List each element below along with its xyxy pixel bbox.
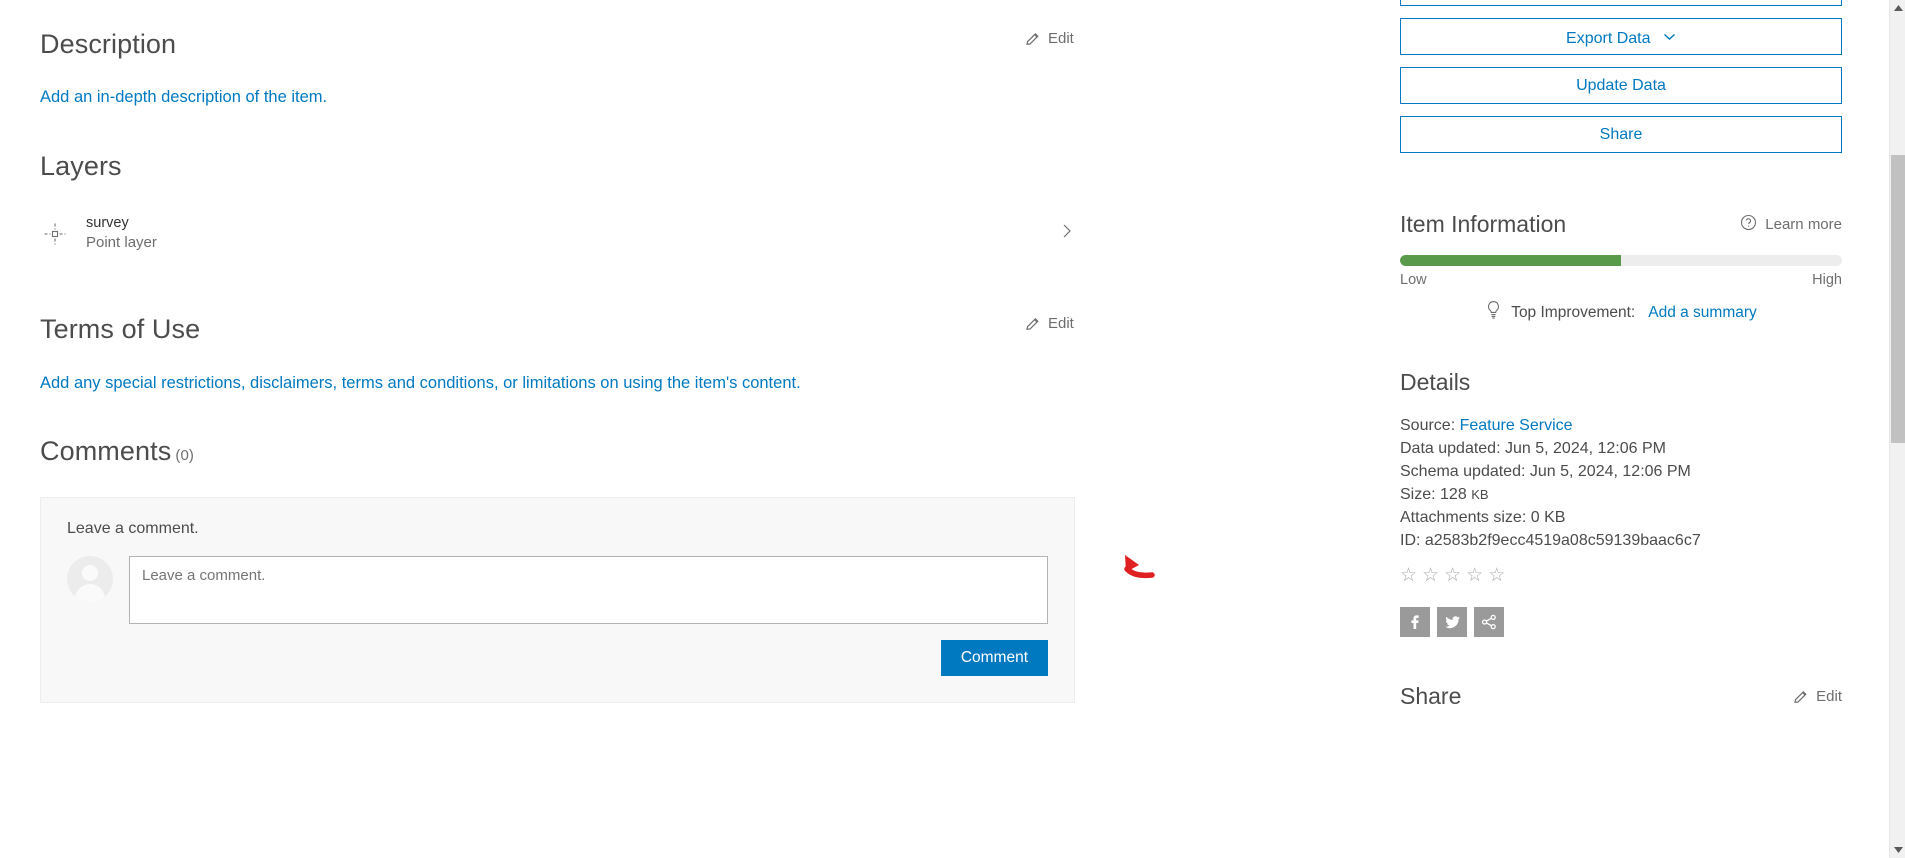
share-section-title: Share — [1400, 683, 1462, 709]
detail-source-value[interactable]: Feature Service — [1460, 417, 1573, 434]
comments-title-text: Comments — [40, 436, 172, 466]
meter-track — [1400, 255, 1842, 266]
detail-schema-updated-label: Schema updated: — [1400, 463, 1526, 480]
detail-schema-updated: Schema updated: Jun 5, 2024, 12:06 PM — [1400, 460, 1842, 483]
export-data-button[interactable]: Export Data — [1400, 18, 1842, 55]
description-section: Description Add an in-depth description … — [40, 29, 327, 110]
rating-star[interactable]: ☆ — [1466, 566, 1483, 585]
layer-text-group: survey Point layer — [86, 214, 1059, 254]
details-section: Details Source: Feature Service Data upd… — [1400, 369, 1842, 637]
scrollbar-thumb[interactable] — [1891, 155, 1905, 443]
export-data-label: Export Data — [1566, 30, 1651, 47]
description-edit-label: Edit — [1048, 30, 1074, 47]
update-data-button[interactable]: Update Data — [1400, 67, 1842, 104]
terms-title: Terms of Use — [40, 314, 201, 344]
share-edit-label: Edit — [1816, 688, 1842, 705]
pencil-icon — [1025, 31, 1041, 47]
detail-data-updated-value: Jun 5, 2024, 12:06 PM — [1504, 440, 1666, 457]
detail-id: ID: a2583b2f9ecc4519a08c59139baac6c7 — [1400, 529, 1842, 552]
terms-placeholder-link[interactable]: Add any special restrictions, disclaimer… — [40, 372, 801, 396]
terms-edit-label: Edit — [1048, 315, 1074, 332]
learn-more-link[interactable]: Learn more — [1740, 214, 1842, 235]
item-information-header: Item Information Learn more — [1400, 211, 1842, 238]
avatar — [67, 555, 113, 602]
detail-size-label: Size: — [1400, 486, 1436, 503]
detail-id-value: a2583b2f9ecc4519a08c59139baac6c7 — [1424, 532, 1701, 549]
detail-source: Source: Feature Service — [1400, 414, 1842, 437]
detail-attachments-value: 0 KB — [1530, 509, 1566, 526]
comment-input-row — [67, 555, 1048, 624]
help-circle-icon — [1740, 214, 1757, 235]
meter-labels: Low High — [1400, 272, 1842, 288]
scroll-up-arrow-icon[interactable] — [1890, 0, 1905, 16]
terms-edit-button[interactable]: Edit — [1025, 315, 1074, 332]
rating-star[interactable]: ☆ — [1400, 566, 1417, 585]
detail-size-value: 128 — [1440, 486, 1467, 503]
layer-name: survey — [86, 214, 129, 231]
detail-id-label: ID: — [1400, 532, 1421, 549]
rating-star[interactable]: ☆ — [1422, 566, 1439, 585]
detail-data-updated: Data updated: Jun 5, 2024, 12:06 PM — [1400, 437, 1842, 460]
facebook-icon[interactable] — [1400, 607, 1430, 637]
comment-input[interactable] — [129, 555, 1048, 624]
rating-star[interactable]: ☆ — [1488, 566, 1505, 585]
layer-type: Point layer — [86, 234, 157, 252]
chevron-down-icon — [1663, 19, 1676, 54]
description-edit-button[interactable]: Edit — [1025, 30, 1074, 47]
point-layer-icon — [40, 219, 70, 249]
details-title: Details — [1400, 369, 1471, 395]
chevron-right-icon[interactable] — [1059, 221, 1075, 246]
meter-low-label: Low — [1400, 272, 1427, 288]
description-title: Description — [40, 29, 177, 59]
sidebar-button-partial-top[interactable] — [1400, 0, 1842, 6]
main-content-column: Description Add an in-depth description … — [0, 0, 1360, 858]
page-scrollbar[interactable] — [1889, 0, 1905, 858]
rating-star[interactable]: ☆ — [1444, 566, 1461, 585]
learn-more-label: Learn more — [1765, 216, 1842, 233]
layers-section: Layers survey Point layer — [40, 151, 1075, 254]
share-button[interactable]: Share — [1400, 116, 1842, 153]
description-placeholder-link[interactable]: Add an in-depth description of the item. — [40, 86, 327, 110]
comments-section: Comments(0) Leave a comment. Comment — [40, 436, 1075, 703]
pencil-icon — [1025, 316, 1041, 332]
terms-of-use-section: Terms of Use Add any special restriction… — [40, 314, 801, 396]
meter-high-label: High — [1812, 272, 1842, 288]
detail-attachments-label: Attachments size: — [1400, 509, 1527, 526]
share-section-header: Share Edit — [1400, 683, 1842, 710]
meter-fill — [1400, 255, 1621, 266]
add-summary-link[interactable]: Add a summary — [1648, 304, 1757, 322]
detail-size: Size: 128 KB — [1400, 483, 1842, 506]
item-information-title: Item Information — [1400, 211, 1567, 237]
lightbulb-icon — [1485, 300, 1502, 325]
social-share-row — [1400, 607, 1842, 637]
twitter-icon[interactable] — [1437, 607, 1467, 637]
share-icon[interactable] — [1474, 607, 1504, 637]
detail-schema-updated-value: Jun 5, 2024, 12:06 PM — [1529, 463, 1691, 480]
layers-title: Layers — [40, 151, 122, 181]
layer-list-item[interactable]: survey Point layer — [40, 214, 1075, 254]
detail-source-label: Source: — [1400, 417, 1456, 434]
top-improvement-row: Top Improvement: Add a summary — [1400, 300, 1842, 325]
share-edit-button[interactable]: Edit — [1793, 688, 1842, 705]
item-information-meter: Low High — [1400, 255, 1842, 288]
top-improvement-label: Top Improvement: — [1511, 303, 1636, 321]
details-list: Source: Feature Service Data updated: Ju… — [1400, 414, 1842, 552]
detail-size-unit: KB — [1471, 487, 1489, 502]
detail-data-updated-label: Data updated: — [1400, 440, 1501, 457]
item-details-page: Description Add an in-depth description … — [0, 0, 1905, 858]
comment-submit-button[interactable]: Comment — [940, 639, 1048, 676]
detail-attachments-size: Attachments size: 0 KB — [1400, 506, 1842, 529]
comments-title: Comments (0) — [40, 436, 1075, 467]
scroll-down-arrow-icon[interactable] — [1890, 842, 1905, 858]
comment-composer-panel: Leave a comment. Comment — [40, 496, 1075, 703]
comments-count: (0) — [175, 447, 194, 464]
rating-stars[interactable]: ☆ ☆ ☆ ☆ ☆ — [1400, 566, 1842, 585]
comment-prompt-label: Leave a comment. — [67, 519, 199, 537]
pencil-icon — [1793, 689, 1809, 705]
sidebar-column: Export Data Update Data Share Item Infor… — [1360, 0, 1890, 858]
comment-actions: Comment — [67, 639, 1048, 676]
